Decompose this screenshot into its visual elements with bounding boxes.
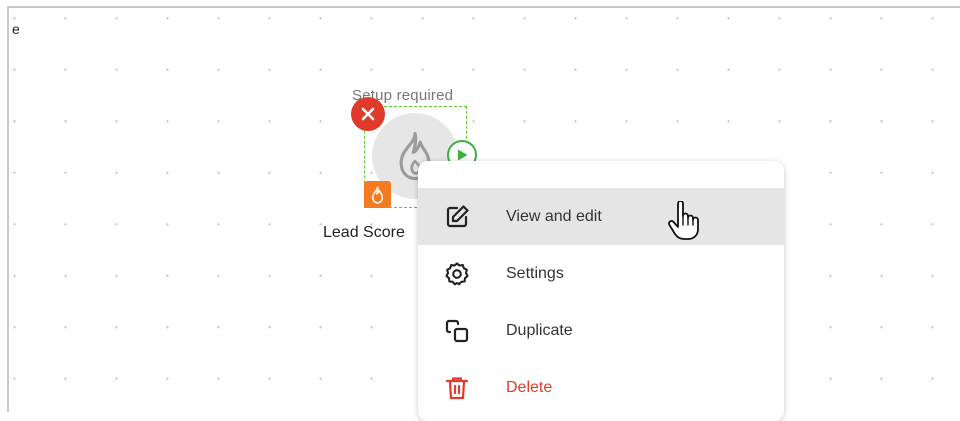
flame-icon — [371, 185, 384, 204]
menu-item-label: Duplicate — [506, 321, 573, 339]
play-icon — [458, 149, 468, 161]
node-title: Lead Score — [323, 224, 405, 241]
menu-item-delete[interactable]: Delete — [418, 359, 784, 416]
gear-icon — [445, 262, 469, 286]
hand-pointer-cursor-icon — [668, 201, 699, 240]
menu-item-view-and-edit[interactable]: View and edit — [418, 188, 784, 245]
node-context-menu: View and edit Settings Duplicate Delete — [418, 161, 784, 421]
menu-item-label: Settings — [506, 264, 564, 282]
close-icon — [361, 107, 375, 121]
node-type-badge — [364, 181, 391, 208]
menu-item-settings[interactable]: Settings — [418, 245, 784, 302]
menu-item-label: Delete — [506, 378, 553, 396]
remove-node-button[interactable] — [351, 97, 385, 131]
canvas-corner-text: e — [12, 21, 20, 37]
menu-item-label: View and edit — [506, 207, 602, 225]
edit-icon — [446, 205, 469, 228]
duplicate-icon — [445, 319, 469, 343]
menu-item-duplicate[interactable]: Duplicate — [418, 302, 784, 359]
trash-icon — [445, 377, 469, 400]
